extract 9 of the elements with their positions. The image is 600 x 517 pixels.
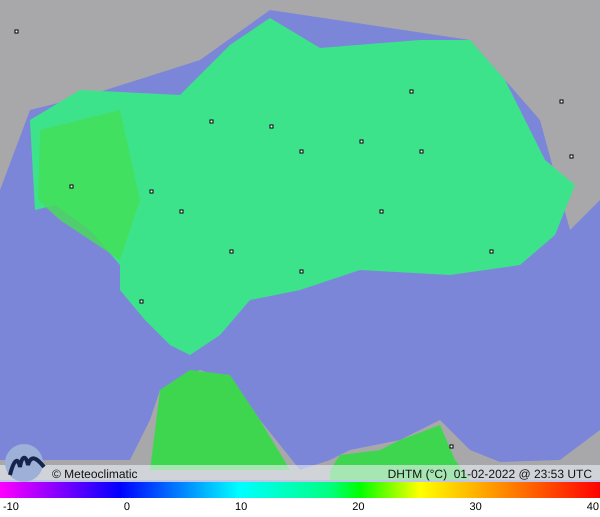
scale-tick-label: 10 bbox=[235, 500, 248, 515]
scale-tick-label: 40 bbox=[586, 500, 599, 515]
map-caption: DHTM (°C) 01-02-2022 @ 23:53 UTC bbox=[388, 466, 593, 482]
scale-tick-label: 0 bbox=[124, 500, 130, 515]
scale-tick-label: -10 bbox=[3, 500, 19, 515]
scale-tick-label: 20 bbox=[352, 500, 364, 515]
logo-icon bbox=[4, 442, 48, 482]
scale-tick-label: 30 bbox=[469, 500, 482, 515]
credit-text: © Meteoclimatic bbox=[52, 466, 138, 482]
